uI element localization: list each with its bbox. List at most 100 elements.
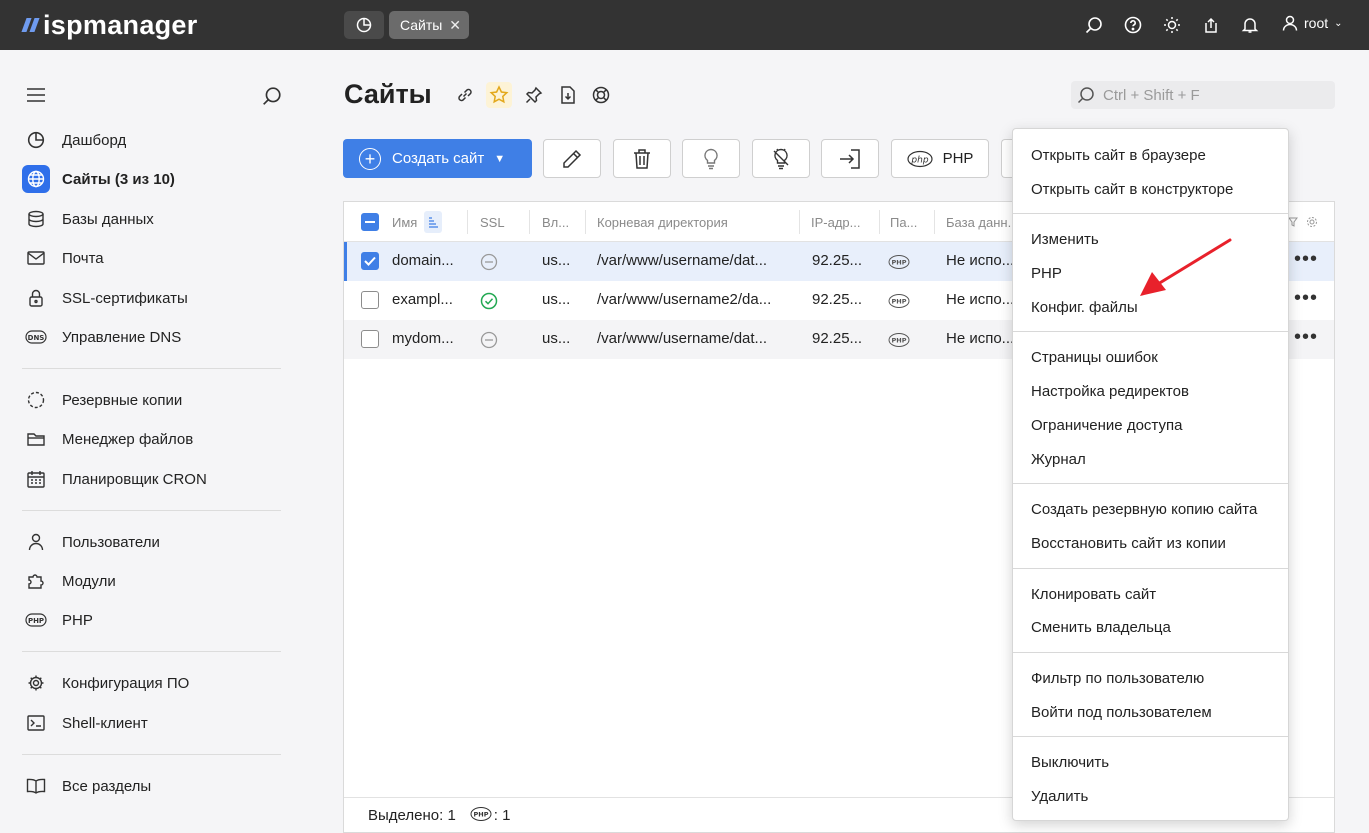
- column-divider[interactable]: [879, 210, 880, 234]
- column-header-owner[interactable]: Вл...: [542, 214, 569, 230]
- sidebar-item-dns[interactable]: DNS Управление DNS: [22, 322, 286, 352]
- php-icon: PHP: [888, 254, 910, 274]
- export-doc-icon[interactable]: [556, 83, 580, 107]
- create-site-button[interactable]: + Создать сайт ▼: [343, 139, 532, 178]
- menu-item-delete[interactable]: Удалить: [1031, 788, 1088, 805]
- menu-divider: [1013, 331, 1288, 332]
- column-settings-gear-icon[interactable]: [1306, 214, 1318, 230]
- tab-sites[interactable]: Сайты ✕: [389, 11, 469, 39]
- column-header-database[interactable]: База данн...: [946, 214, 1018, 230]
- pin-icon[interactable]: [522, 83, 546, 107]
- column-divider[interactable]: [934, 210, 935, 234]
- svg-text:PHP: PHP: [892, 259, 907, 267]
- row-checkbox[interactable]: [361, 252, 379, 270]
- menu-item-restore-backup[interactable]: Восстановить сайт из копии: [1031, 535, 1226, 552]
- site-name[interactable]: domain...: [392, 252, 454, 269]
- link-icon[interactable]: [453, 83, 477, 107]
- site-owner: us...: [542, 252, 571, 269]
- delete-button[interactable]: [613, 139, 671, 178]
- menu-item-config-files[interactable]: Конфиг. файлы: [1031, 299, 1138, 316]
- help-icon[interactable]: [1122, 14, 1144, 36]
- svg-text:DNS: DNS: [28, 334, 45, 342]
- sidebar-item-label: Резервные копии: [62, 391, 183, 409]
- sidebar-item-shell[interactable]: Shell-клиент: [22, 708, 286, 738]
- row-more-icon[interactable]: •••: [1294, 327, 1318, 347]
- dashboard-tab-button[interactable]: [344, 11, 384, 39]
- menu-item-open-in-browser[interactable]: Открыть сайт в браузере: [1031, 147, 1206, 164]
- user-name: root: [1304, 15, 1329, 31]
- menu-item-php[interactable]: PHP: [1031, 265, 1062, 282]
- sidebar-item-ssl[interactable]: SSL-сертификаты: [22, 283, 286, 313]
- sidebar-item-databases[interactable]: Базы данных: [22, 204, 286, 234]
- sidebar-item-label: Сайты (3 из 10): [62, 170, 175, 188]
- user-menu[interactable]: root ⌄: [1282, 15, 1343, 31]
- search-icon[interactable]: [1083, 14, 1105, 36]
- enable-button[interactable]: [682, 139, 740, 178]
- sidebar-item-php[interactable]: PHP PHP: [22, 605, 286, 635]
- column-header-name[interactable]: Имя: [392, 214, 417, 230]
- sidebar-item-cron[interactable]: Планировщик CRON: [22, 464, 286, 494]
- sidebar-item-users[interactable]: Пользователи: [22, 527, 286, 557]
- row-checkbox[interactable]: [361, 330, 379, 348]
- column-divider[interactable]: [585, 210, 586, 234]
- close-icon[interactable]: ✕: [449, 17, 461, 34]
- row-more-icon[interactable]: •••: [1294, 288, 1318, 308]
- column-divider[interactable]: [799, 210, 800, 234]
- sidebar-item-dashboard[interactable]: Дашборд: [22, 125, 286, 155]
- favorite-star-icon[interactable]: [486, 82, 512, 108]
- login-button[interactable]: [821, 139, 879, 178]
- column-divider[interactable]: [467, 210, 468, 234]
- user-icon: [22, 528, 50, 556]
- database-icon: [22, 205, 50, 233]
- sidebar-item-file-manager[interactable]: Менеджер файлов: [22, 424, 286, 454]
- sidebar-item-sites[interactable]: Сайты (3 из 10): [22, 164, 286, 194]
- sidebar-item-mail[interactable]: Почта: [22, 243, 286, 273]
- site-name[interactable]: mydom...: [392, 330, 454, 347]
- theme-sun-icon[interactable]: [1161, 14, 1183, 36]
- sidebar-item-modules[interactable]: Модули: [22, 566, 286, 596]
- menu-item-redirects[interactable]: Настройка редиректов: [1031, 383, 1189, 400]
- filter-icon[interactable]: [1288, 214, 1298, 230]
- sidebar-item-all-sections[interactable]: Все разделы: [22, 771, 286, 801]
- edit-button[interactable]: [543, 139, 601, 178]
- site-name[interactable]: exampl...: [392, 291, 453, 308]
- menu-item-access-restriction[interactable]: Ограничение доступа: [1031, 417, 1182, 434]
- app-logo[interactable]: ispmanager: [21, 9, 198, 41]
- row-checkbox[interactable]: [361, 291, 379, 309]
- sort-ascending-icon[interactable]: [424, 211, 442, 233]
- sidebar-search-icon[interactable]: [262, 86, 282, 111]
- svg-text:PHP: PHP: [473, 810, 488, 818]
- menu-icon[interactable]: [26, 87, 46, 108]
- row-more-icon[interactable]: •••: [1294, 249, 1318, 269]
- menu-item-create-backup[interactable]: Создать резервную копию сайта: [1031, 501, 1257, 518]
- svg-text:PHP: PHP: [28, 617, 44, 625]
- site-database: Не испо...: [946, 252, 1015, 269]
- upload-icon[interactable]: [1200, 14, 1222, 36]
- global-search[interactable]: [1071, 81, 1335, 109]
- dashboard-icon: [356, 17, 372, 33]
- disable-button[interactable]: [752, 139, 810, 178]
- column-header-root-dir[interactable]: Корневая директория: [597, 214, 728, 230]
- help-lifebuoy-icon[interactable]: [589, 83, 613, 107]
- sidebar-item-backups[interactable]: Резервные копии: [22, 385, 286, 415]
- menu-item-disable[interactable]: Выключить: [1031, 754, 1109, 771]
- global-search-input[interactable]: [1103, 86, 1323, 104]
- column-header-ip[interactable]: IP-адр...: [811, 214, 861, 230]
- menu-item-filter-by-user[interactable]: Фильтр по пользователю: [1031, 670, 1204, 687]
- column-header-ssl[interactable]: SSL: [480, 214, 505, 230]
- select-all-checkbox[interactable]: [361, 213, 379, 231]
- menu-item-log[interactable]: Журнал: [1031, 451, 1086, 468]
- column-header-php-mode[interactable]: Па...: [890, 214, 917, 230]
- column-divider[interactable]: [529, 210, 530, 234]
- sidebar: Дашборд Сайты (3 из 10) Базы данных Почт…: [0, 50, 309, 833]
- menu-item-error-pages[interactable]: Страницы ошибок: [1031, 349, 1158, 366]
- sidebar-item-label: Shell-клиент: [62, 714, 148, 732]
- menu-item-change-owner[interactable]: Сменить владельца: [1031, 619, 1171, 636]
- menu-item-clone-site[interactable]: Клонировать сайт: [1031, 586, 1156, 603]
- sidebar-item-software-config[interactable]: Конфигурация ПО: [22, 668, 286, 698]
- menu-item-open-in-builder[interactable]: Открыть сайт в конструкторе: [1031, 181, 1233, 198]
- menu-item-login-as-user[interactable]: Войти под пользователем: [1031, 704, 1212, 721]
- php-button[interactable]: php PHP: [891, 139, 989, 178]
- bell-icon[interactable]: [1239, 14, 1261, 36]
- menu-item-edit[interactable]: Изменить: [1031, 231, 1099, 248]
